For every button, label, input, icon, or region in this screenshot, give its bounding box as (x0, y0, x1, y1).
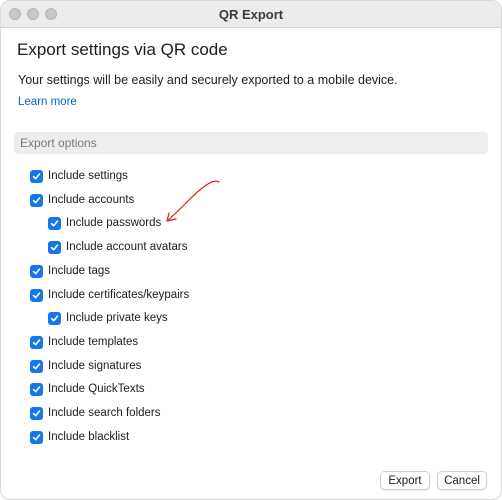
option-row[interactable]: Include signatures (30, 358, 141, 374)
option-label: Include QuickTexts (48, 383, 145, 395)
option-checkbox[interactable] (30, 264, 43, 278)
red-arrow-annotation (166, 180, 220, 222)
qr-export-window: QR Export Export settings via QR code Yo… (0, 0, 502, 500)
page-title: Export settings via QR code (17, 40, 228, 59)
option-checkbox[interactable] (30, 169, 43, 183)
checkmark-icon (32, 362, 41, 369)
option-label: Include blacklist (48, 431, 130, 443)
option-checkbox[interactable] (48, 240, 61, 254)
option-row[interactable]: Include search folders (30, 405, 161, 421)
description-text: Your settings will be easily and securel… (18, 73, 398, 87)
option-label: Include settings (48, 170, 128, 182)
titlebar: QR Export (1, 1, 501, 28)
checkmark-icon (50, 314, 59, 321)
option-checkbox[interactable] (30, 359, 43, 373)
option-row[interactable]: Include QuickTexts (30, 381, 145, 397)
checkmark-icon (32, 267, 41, 274)
option-label: Include signatures (48, 360, 142, 372)
checkmark-icon (32, 196, 41, 203)
checkmark-icon (50, 243, 59, 250)
checkmark-icon (32, 385, 41, 392)
option-checkbox[interactable] (30, 335, 43, 349)
option-label: Include search folders (48, 407, 161, 419)
checkmark-icon (32, 409, 41, 416)
option-checkbox[interactable] (30, 406, 43, 420)
option-row[interactable]: Include account avatars (48, 239, 187, 255)
option-row[interactable]: Include templates (30, 334, 138, 350)
option-checkbox[interactable] (30, 193, 43, 207)
option-checkbox[interactable] (48, 216, 61, 230)
option-checkbox[interactable] (30, 430, 43, 444)
option-label: Include templates (48, 336, 139, 348)
option-checkbox[interactable] (30, 382, 43, 396)
checkmark-icon (32, 433, 41, 440)
option-row[interactable]: Include private keys (48, 310, 168, 326)
option-row[interactable]: Include tags (30, 263, 110, 279)
option-label: Include certificates/keypairs (48, 289, 190, 301)
learn-more-link[interactable]: Learn more (18, 96, 77, 108)
option-checkbox[interactable] (48, 311, 61, 325)
option-row[interactable]: Include settings (30, 168, 128, 184)
option-row[interactable]: Include blacklist (30, 429, 129, 445)
window-title: QR Export (218, 7, 284, 22)
export-options-header: Export options (14, 132, 488, 154)
option-label: Include account avatars (66, 241, 188, 253)
option-checkbox[interactable] (30, 288, 43, 302)
section-title: Export options (20, 136, 97, 150)
option-label: Include private keys (66, 312, 168, 324)
checkmark-icon (32, 338, 41, 345)
checkmark-icon (32, 291, 41, 298)
checkmark-icon (32, 172, 41, 179)
option-row[interactable]: Include accounts (30, 192, 134, 208)
option-label: Include passwords (66, 217, 162, 229)
option-row[interactable]: Include passwords (48, 215, 161, 231)
option-row[interactable]: Include certificates/keypairs (30, 287, 189, 303)
export-button[interactable]: Export (380, 471, 430, 490)
option-label: Include tags (48, 265, 111, 277)
cancel-button[interactable]: Cancel (437, 471, 487, 490)
option-label: Include accounts (48, 194, 135, 206)
checkmark-icon (50, 219, 59, 226)
